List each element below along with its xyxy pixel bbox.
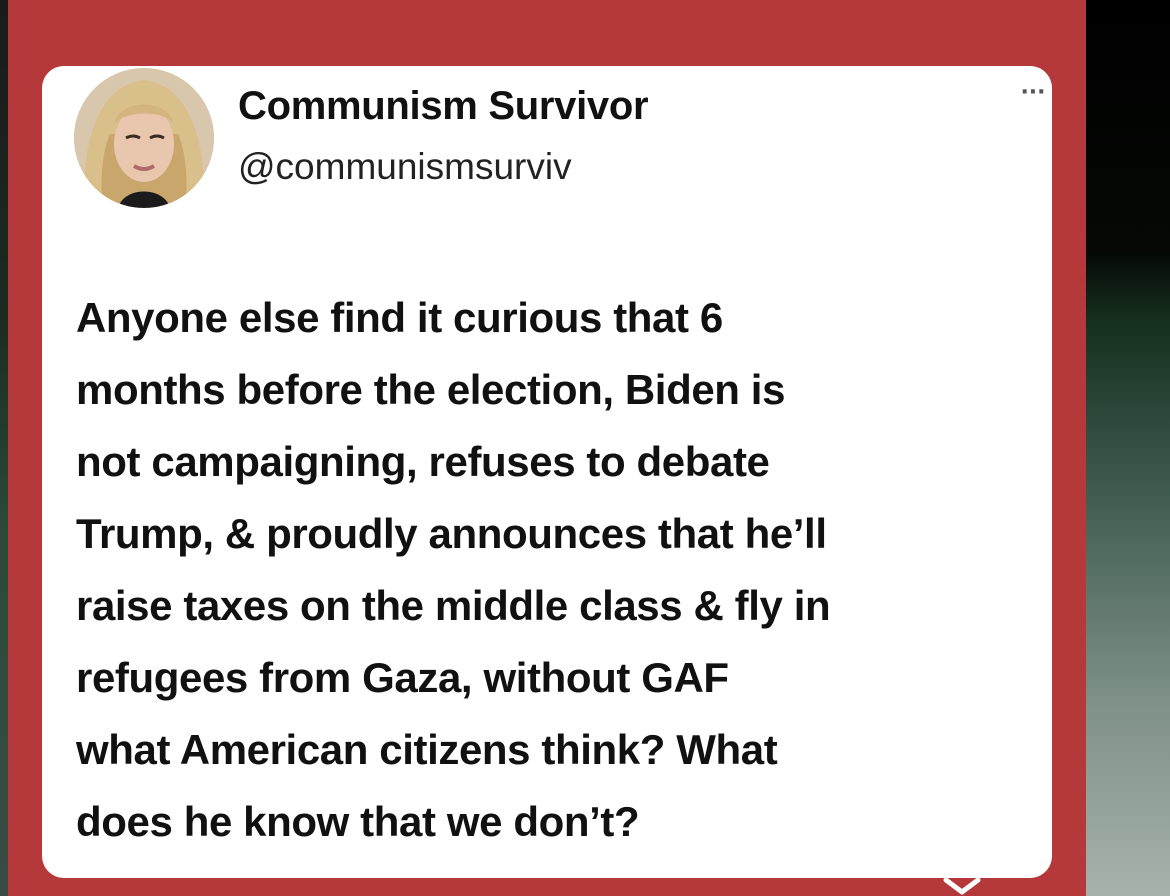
tweet-card[interactable]: Communism Survivor @communismsurviv ··· … — [42, 66, 1052, 878]
screenshot-stage: Communism Survivor @communismsurviv ··· … — [0, 0, 1170, 896]
tweet-text-line: does he know that we don’t? — [76, 798, 640, 845]
more-horizontal-icon: ··· — [1020, 80, 1046, 105]
display-name[interactable]: Communism Survivor — [238, 84, 649, 129]
avatar-photo-icon — [74, 68, 214, 208]
avatar[interactable] — [74, 68, 214, 208]
tweet-text-line: refugees from Gaza, without GAF — [76, 654, 729, 701]
left-background-strip — [0, 0, 8, 896]
tweet-text: Anyone else find it curious that 6 month… — [76, 282, 1052, 858]
tweet-text-line: months before the election, Biden is — [76, 366, 786, 413]
tweet-text-line: Anyone else find it curious that 6 — [76, 294, 723, 341]
tweet-text-line: Trump, & proudly announces that he’ll — [76, 510, 827, 557]
user-handle[interactable]: @communismsurviv — [238, 146, 572, 188]
tweet-text-line: raise taxes on the middle class & fly in — [76, 582, 831, 629]
tweet-text-line: not campaigning, refuses to debate — [76, 438, 770, 485]
tweet-text-line: what American citizens think? What — [76, 726, 778, 773]
right-background-strip — [1086, 0, 1170, 896]
more-options-button[interactable]: ··· — [1014, 78, 1052, 108]
chevron-down-icon[interactable] — [942, 874, 982, 896]
